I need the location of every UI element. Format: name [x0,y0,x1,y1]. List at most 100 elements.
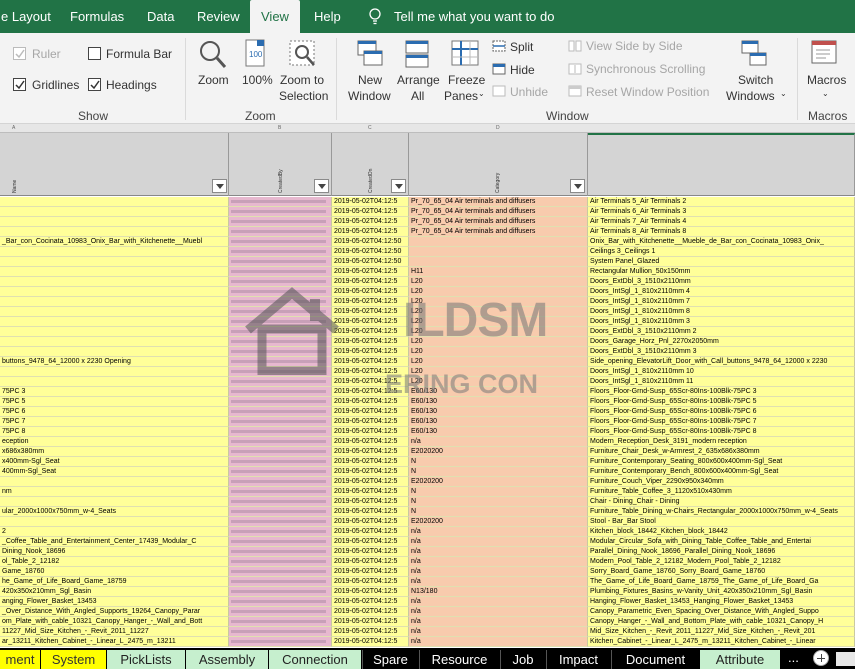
tell-me-search[interactable]: Tell me what you want to do [383,0,565,33]
cell-category[interactable]: n/a [409,607,588,617]
cell-value[interactable]: Modern_Pool_Table_2_12182_Modern_Pool_Ta… [588,557,855,567]
cell-value[interactable]: Hanging_Flower_Basket_13453_Hanging_Flow… [588,597,855,607]
cell-name[interactable]: x400mm-Sgl_Seat [0,457,229,467]
hide-button[interactable]: Hide [510,63,535,77]
cell-created-by[interactable] [229,197,332,207]
cell-value[interactable]: Side_opening_ElevatorLift_Door_with_Call… [588,357,855,367]
column-letter-b[interactable]: B [278,125,281,131]
cell-name[interactable]: buttons_9478_64_12000 x 2230 Opening [0,357,229,367]
cell-created-on[interactable]: 2019-05-02T04:12:5 [332,557,409,567]
cell-category[interactable]: L20 [409,367,588,377]
chevron-down-icon[interactable]: ⌄ [780,89,787,98]
cell-name[interactable]: 400mm-Sgl_Seat [0,467,229,477]
cell-category[interactable]: E60/130 [409,407,588,417]
cell-category[interactable]: n/a [409,527,588,537]
cell-name[interactable] [0,207,229,217]
cell-name[interactable] [0,277,229,287]
cell-value[interactable]: Air Terminals 7_Air Terminals 4 [588,217,855,227]
cell-name[interactable]: Game_18760 [0,567,229,577]
ruler-checkbox[interactable] [13,47,26,60]
cell-created-on[interactable]: 2019-05-02T04:12:5 [332,197,409,207]
cell-category[interactable]: E2020200 [409,477,588,487]
cell-category[interactable]: n/a [409,577,588,587]
cell-name[interactable]: nm [0,487,229,497]
cell-name[interactable] [0,297,229,307]
tab-formulas[interactable]: Formulas [59,0,135,33]
cell-category[interactable] [409,247,588,257]
cell-created-on[interactable]: 2019-05-02T04:12:5 [332,447,409,457]
zoom-to-selection-line1[interactable]: Zoom to [280,73,324,87]
cell-value[interactable]: Floors_Floor-Grnd-Susp_65Scr-80Ins-100Bl… [588,387,855,397]
cell-category[interactable] [409,237,588,247]
cell-category[interactable]: Pr_70_65_04 Air terminals and diffusers [409,197,588,207]
cell-created-on[interactable]: 2019-05-02T04:12:5 [332,417,409,427]
hide-icon[interactable] [492,63,506,75]
cell-name[interactable] [0,377,229,387]
cell-category[interactable]: n/a [409,637,588,647]
unhide-icon[interactable] [492,85,506,97]
more-sheets-button[interactable]: ... [788,650,799,665]
cell-category[interactable]: E60/130 [409,427,588,437]
sheet-tab-resource[interactable]: Resource [419,650,499,669]
cell-name[interactable] [0,307,229,317]
cell-created-on[interactable]: 2019-05-02T04:12:5 [332,377,409,387]
cell-name[interactable]: 75PC 7 [0,417,229,427]
arrange-all-icon[interactable] [404,39,432,71]
cell-category[interactable]: n/a [409,567,588,577]
view-side-by-side-icon[interactable] [568,40,582,52]
zoom-100-button[interactable]: 100% [242,73,273,87]
cell-created-by[interactable] [229,637,332,647]
cell-category[interactable]: n/a [409,597,588,607]
headings-checkbox[interactable] [88,78,101,91]
new-window-line1[interactable]: New [358,73,382,87]
switch-windows-line2[interactable]: Windows [726,89,775,103]
cell-category[interactable]: Pr_70_65_04 Air terminals and diffusers [409,227,588,237]
cell-category[interactable]: L20 [409,377,588,387]
cell-created-by[interactable] [229,597,332,607]
cell-name[interactable]: ol_Table_2_12182 [0,557,229,567]
cell-created-by[interactable] [229,577,332,587]
cell-category[interactable]: L20 [409,357,588,367]
cell-name[interactable] [0,477,229,487]
cell-created-by[interactable] [229,527,332,537]
cell-value[interactable]: Onix_Bar_with_Kitchenette__Mueble_de_Bar… [588,237,855,247]
cell-created-on[interactable]: 2019-05-02T04:12:5 [332,407,409,417]
cell-value[interactable]: Canopy_Hanger_-_Wall_and_Bottom_Plate_wi… [588,617,855,627]
reset-window-position-button[interactable]: Reset Window Position [586,85,709,99]
synchronous-scrolling-button[interactable]: Synchronous Scrolling [586,62,705,76]
cell-created-by[interactable] [229,447,332,457]
cell-created-on[interactable]: 2019-05-02T04:12:5 [332,537,409,547]
cell-value[interactable]: Floors_Floor-Grnd-Susp_65Scr-80Ins-100Bl… [588,417,855,427]
tab-data[interactable]: Data [136,0,185,33]
cell-value[interactable]: Air Terminals 5_Air Terminals 2 [588,197,855,207]
sheet-tab-job[interactable]: Job [500,650,545,669]
cell-name[interactable] [0,317,229,327]
cell-created-by[interactable] [229,437,332,447]
cell-created-on[interactable]: 2019-05-02T04:12:5 [332,287,409,297]
cell-category[interactable]: n/a [409,537,588,547]
cell-created-on[interactable]: 2019-05-02T04:12:5 [332,297,409,307]
cell-category[interactable]: L20 [409,277,588,287]
freeze-panes-line2[interactable]: Panes [444,89,478,103]
cell-created-on[interactable]: 2019-05-02T04:12:50 [332,237,409,247]
arrange-all-line1[interactable]: Arrange [397,73,440,87]
cell-value[interactable]: Chair - Dining_Chair - Dining [588,497,855,507]
cell-category[interactable]: n/a [409,547,588,557]
cell-category[interactable]: Pr_70_65_04 Air terminals and diffusers [409,207,588,217]
cell-created-on[interactable]: 2019-05-02T04:12:5 [332,517,409,527]
cell-name[interactable]: 420x350x210mm_Sgl_Basin [0,587,229,597]
cell-created-by[interactable] [229,537,332,547]
cell-created-by[interactable] [229,337,332,347]
spreadsheet-grid[interactable]: 2019-05-02T04:12:5 Pr_70_65_04 Air termin… [0,197,855,648]
sheet-tab-element[interactable]: ment [0,650,40,669]
sheet-tab-system[interactable]: System [41,650,106,669]
cell-value[interactable]: Sorry_Board_Game_18760_Sorry_Board_Game_… [588,567,855,577]
macros-button[interactable]: Macros [807,73,846,87]
cell-name[interactable]: 75PC 5 [0,397,229,407]
cell-created-on[interactable]: 2019-05-02T04:12:5 [332,627,409,637]
cell-created-by[interactable] [229,617,332,627]
cell-created-by[interactable] [229,207,332,217]
cell-name[interactable]: anging_Flower_Basket_13453 [0,597,229,607]
cell-created-on[interactable]: 2019-05-02T04:12:5 [332,427,409,437]
zoom-magnifier-icon[interactable] [198,39,228,71]
